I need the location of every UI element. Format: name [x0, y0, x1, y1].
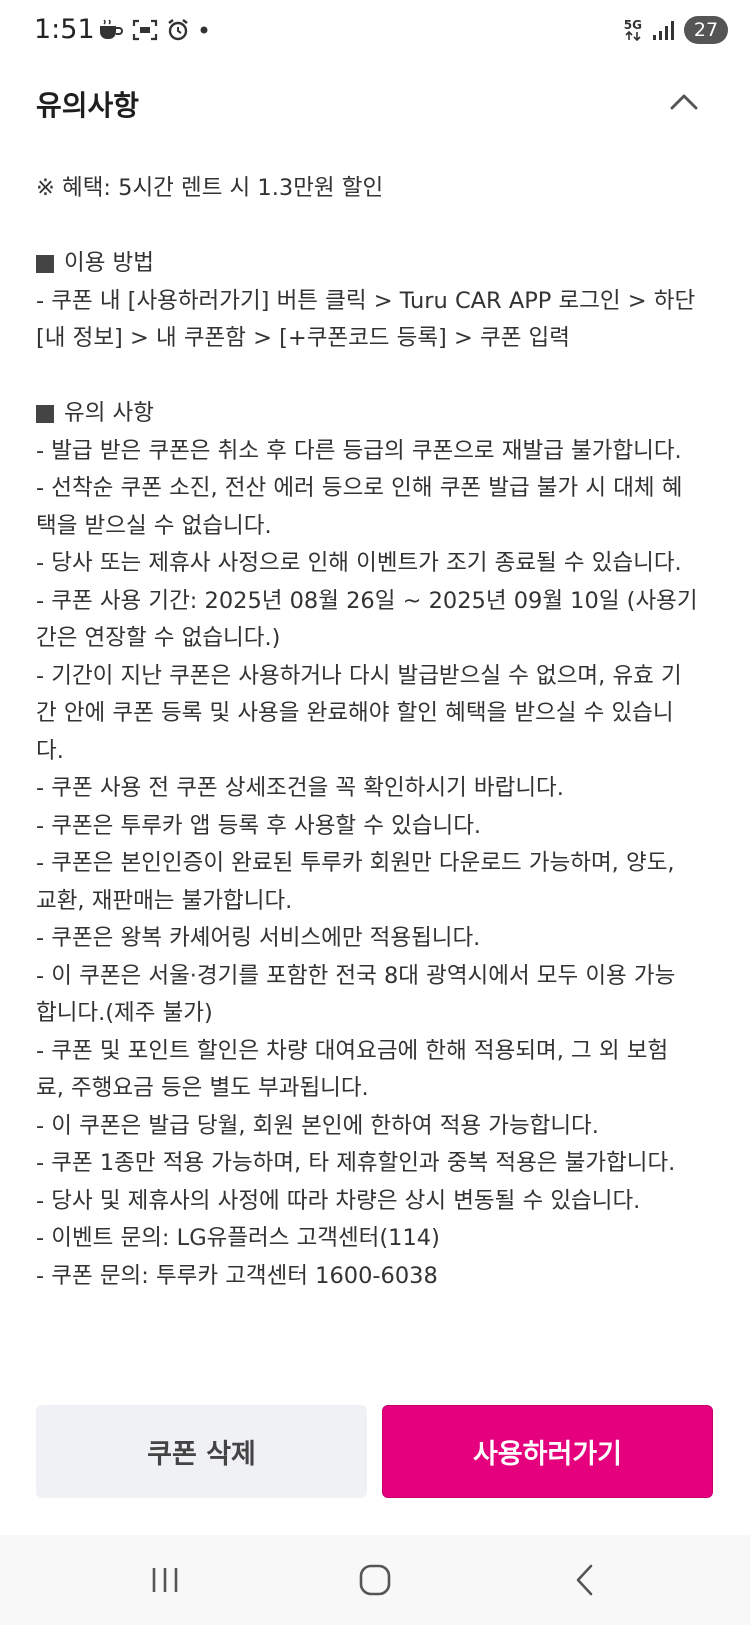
usage-heading-text: 이용 방법: [64, 250, 154, 276]
note-line: 간 안에 쿠폰 등록 및 사용을 완료해야 할인 혜택을 받으실 수 있습니: [36, 700, 674, 726]
note-line: 교환, 재판매는 불가합니다.: [36, 887, 293, 914]
home-button[interactable]: [345, 1555, 405, 1605]
system-status-icons: 5G 27: [624, 16, 728, 44]
note-line: - 쿠폰은 투루카 앱 등록 후 사용할 수 있습니다.: [36, 812, 482, 839]
back-icon: [576, 1564, 593, 1596]
alarm-icon: [168, 19, 188, 41]
status-time: 1:51: [34, 14, 95, 45]
note-line: 료, 주행요금 등은 별도 부과됩니다.: [36, 1075, 369, 1101]
note-line: 택을 받으실 수 없습니다.: [36, 512, 272, 539]
use-coupon-button[interactable]: 사용하러가기: [382, 1405, 713, 1498]
note-line: - 당사 또는 제휴사 사정으로 인해 이벤트가 조기 종료될 수 있습니다.: [36, 550, 682, 576]
note-line: - 쿠폰 사용 전 쿠폰 상세조건을 꼭 확인하시기 바랍니다.: [36, 775, 564, 801]
notification-icons: [98, 18, 210, 42]
note-line: - 발급 받은 쿠폰은 취소 후 다른 등급의 쿠폰으로 재발급 불가합니다.: [36, 437, 682, 464]
note-line: - 선착순 쿠폰 소진, 전산 에러 등으로 인해 쿠폰 발급 불가 시 대체 …: [36, 475, 683, 501]
network-label: 5G: [623, 18, 642, 32]
note-line: - 쿠폰 사용 기간: 2025년 08월 26일 ~ 2025년 09월 10…: [36, 587, 698, 614]
recents-icon: [152, 1568, 178, 1592]
usage-heading: 이용 방법: [36, 245, 716, 283]
note-line: - 쿠폰은 왕복 카셰어링 서비스에만 적용됩니다.: [36, 925, 481, 951]
screenshot-icon: [132, 19, 158, 41]
dot-icon: [200, 26, 208, 34]
use-coupon-label: 사용하러가기: [472, 1439, 623, 1470]
note-line: - 쿠폰 문의: 투루카 고객센터 1600-6038: [36, 1262, 438, 1289]
note-line: 합니다.(제주 불가): [36, 1000, 213, 1026]
notice-content: ※ 혜택: 5시간 렌트 시 1.3만원 할인 이용 방법 - 쿠폰 내 [사용…: [36, 170, 716, 1295]
note-line: - 쿠폰 및 포인트 할인은 차량 대여요금에 한해 적용되며, 그 외 보험: [36, 1037, 669, 1064]
usage-line: [내 정보] > 내 쿠폰함 > [+쿠폰코드 등록] > 쿠폰 입력: [36, 325, 570, 351]
notes-heading-text: 유의 사항: [64, 400, 154, 426]
note-line: 다.: [36, 737, 64, 764]
note-line: - 이 쿠폰은 발급 당월, 회원 본인에 한하여 적용 가능합니다.: [36, 1112, 599, 1139]
note-line: - 기간이 지난 쿠폰은 사용하거나 다시 발급받으실 수 없으며, 유효 기: [36, 662, 682, 689]
note-line: - 쿠폰 1종만 적용 가능하며, 타 제휴할인과 중복 적용은 불가합니다.: [36, 1150, 676, 1176]
network-5g-icon: 5G: [624, 19, 642, 41]
usage-line: - 쿠폰 내 [사용하러가기] 버튼 클릭 > Turu CAR APP 로그인…: [36, 287, 696, 314]
page-title: 유의사항: [36, 89, 140, 122]
cup-icon: [100, 19, 123, 39]
back-button[interactable]: [555, 1555, 615, 1605]
status-bar: 1:51 5G 27: [0, 0, 750, 60]
notice-header[interactable]: 유의사항: [0, 60, 750, 142]
delete-coupon-label: 쿠폰 삭제: [147, 1439, 256, 1470]
recents-button[interactable]: [135, 1555, 195, 1605]
notes-heading: 유의 사항: [36, 395, 716, 433]
home-icon: [359, 1564, 391, 1596]
navigation-bar: [0, 1535, 750, 1625]
chevron-up-icon: [670, 94, 698, 110]
square-bullet-icon: [36, 404, 54, 423]
signal-icon: [653, 21, 674, 40]
note-line: - 쿠폰은 본인인증이 완료된 투루카 회원만 다운로드 가능하며, 양도,: [36, 850, 675, 876]
note-line: 간은 연장할 수 없습니다.): [36, 625, 281, 651]
note-line: - 이 쿠폰은 서울·경기를 포함한 전국 8대 광역시에서 모두 이용 가능: [36, 962, 676, 989]
note-line: - 이벤트 문의: LG유플러스 고객센터(114): [36, 1225, 440, 1251]
square-bullet-icon: [36, 254, 54, 273]
delete-coupon-button[interactable]: 쿠폰 삭제: [36, 1405, 367, 1498]
note-line: - 당사 및 제휴사의 사정에 따라 차량은 상시 변동될 수 있습니다.: [36, 1187, 641, 1214]
battery-icon: 27: [684, 16, 728, 44]
collapse-button[interactable]: [666, 86, 702, 116]
benefit-text: ※ 혜택: 5시간 렌트 시 1.3만원 할인: [36, 175, 384, 201]
